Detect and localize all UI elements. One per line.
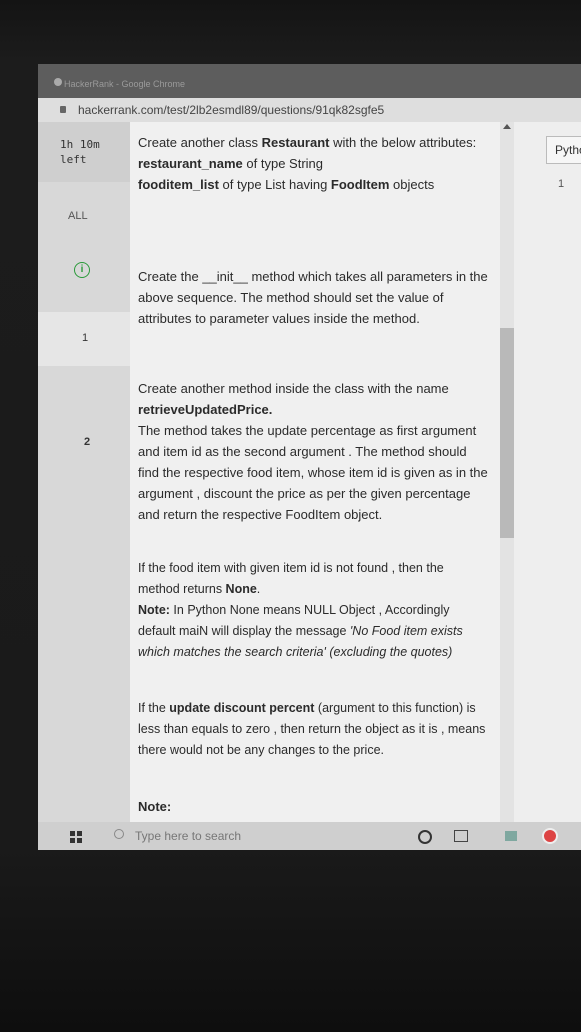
paragraph-discount-rule: If the update discount percent (argument…: [138, 698, 488, 761]
taskbar-app-icon[interactable]: [505, 831, 517, 841]
nav-question-1[interactable]: 1: [38, 312, 130, 366]
nav-all-questions[interactable]: ALL: [68, 210, 88, 222]
paragraph-class-definition: Create another class Restaurant with the…: [138, 132, 488, 195]
line-number: 1: [558, 178, 565, 190]
hackerrank-logo-icon: [54, 78, 62, 86]
text: objects: [389, 177, 435, 192]
url-text[interactable]: hackerrank.com/test/2lb2esmdl89/question…: [78, 103, 384, 117]
paragraph-not-found: If the food item with given item id is n…: [138, 558, 488, 663]
time-left-box: 1h 10m left: [38, 122, 130, 182]
text: with the below attributes:: [329, 135, 477, 150]
scroll-thumb[interactable]: [500, 328, 514, 538]
note-heading: Note:: [138, 796, 488, 817]
lock-icon: [60, 106, 66, 113]
question-number: 1: [82, 332, 89, 344]
attribute-name: fooditem_list: [138, 177, 219, 192]
attribute-name: restaurant_name: [138, 156, 243, 171]
method-name: retrieveUpdatedPrice.: [138, 402, 273, 417]
task-view-icon[interactable]: [454, 830, 468, 842]
text: of type List having: [218, 177, 331, 192]
text: .: [256, 582, 261, 596]
address-bar[interactable]: hackerrank.com/test/2lb2esmdl89/question…: [38, 98, 581, 122]
text: Create another class: [138, 135, 262, 150]
photo-background: { "window": { "title": "HackerRank - Goo…: [0, 0, 581, 1032]
window-title: HackerRank - Google Chrome: [64, 79, 186, 89]
browser-titlebar: HackerRank - Google Chrome: [38, 64, 581, 98]
monitor-screen: HackerRank - Google Chrome hackerrank.co…: [38, 64, 581, 850]
chrome-icon[interactable]: [542, 828, 558, 844]
type-name: FoodItem: [330, 177, 390, 192]
timer-label: left: [60, 153, 87, 166]
scroll-up-arrow-icon[interactable]: [503, 124, 511, 129]
problem-scrollbar[interactable]: [500, 122, 514, 822]
search-icon: [114, 829, 124, 839]
code-editor-panel[interactable]: Pytho 1: [514, 122, 581, 822]
text: If the: [138, 701, 170, 715]
text: If the food item with given item id is n…: [138, 561, 444, 596]
text: of type String: [242, 156, 323, 171]
return-value: None: [225, 582, 257, 596]
info-circle-icon[interactable]: i: [74, 262, 90, 278]
windows-taskbar: Type here to search: [38, 822, 581, 850]
question-sidebar: 1h 10m left ALL i 1 2: [38, 122, 130, 822]
emphasis: update discount percent: [169, 701, 315, 715]
nav-question-2[interactable]: 2: [84, 436, 90, 448]
cortana-icon[interactable]: [418, 830, 432, 844]
note-label: Note:: [138, 799, 172, 814]
windows-start-icon[interactable]: [70, 831, 82, 843]
problem-statement: Create another class Restaurant with the…: [130, 122, 500, 822]
timer-value: 1h 10m: [60, 138, 100, 151]
taskbar-search-input[interactable]: Type here to search: [135, 829, 241, 843]
text: Create another method inside the class w…: [138, 381, 449, 396]
language-select[interactable]: Pytho: [546, 136, 581, 164]
class-name: Restaurant: [261, 135, 330, 150]
paragraph-retrieve-method: Create another method inside the class w…: [138, 378, 488, 525]
paragraph-init-method: Create the __init__ method which takes a…: [138, 269, 488, 326]
text: The method takes the update percentage a…: [138, 423, 488, 522]
note-label: Note:: [138, 603, 170, 617]
